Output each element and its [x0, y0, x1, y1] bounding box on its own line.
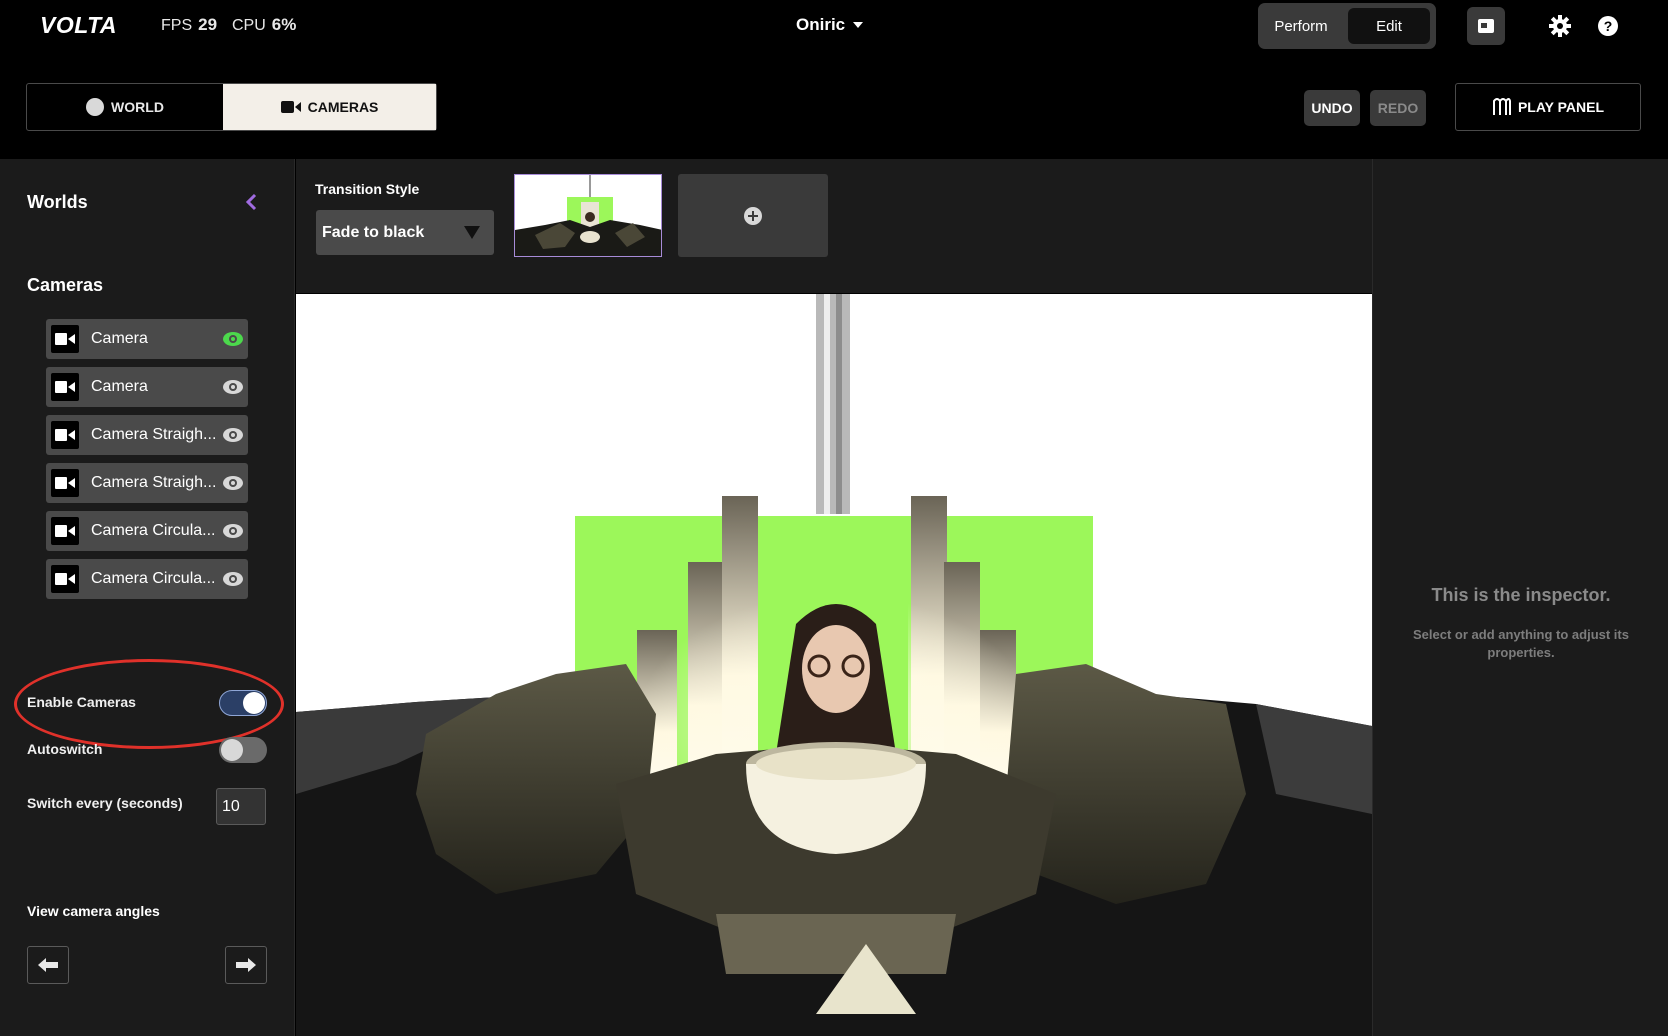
- camera-list-item[interactable]: Camera Straigh...: [46, 463, 248, 503]
- fps-label: FPS: [161, 17, 193, 34]
- globe-icon: [86, 98, 105, 116]
- scene-render: [296, 294, 1372, 1036]
- camera-list-item[interactable]: Camera Circula...: [46, 511, 248, 551]
- settings-button[interactable]: [1541, 7, 1579, 45]
- camera-icon: [51, 421, 79, 449]
- camera-list: Camera Camera Camera Straigh... Camera S…: [46, 319, 248, 607]
- camera-icon: [280, 101, 301, 113]
- tab-world-label: WORLD: [111, 99, 164, 115]
- cameras-heading: Cameras: [27, 275, 104, 295]
- cpu-value: 6%: [271, 15, 297, 34]
- eye-icon[interactable]: [222, 425, 244, 445]
- eye-icon[interactable]: [222, 473, 244, 493]
- worlds-heading: Worlds: [27, 192, 88, 212]
- eye-icon[interactable]: [222, 569, 244, 589]
- play-panel-label: PLAY PANEL: [1517, 99, 1605, 115]
- tab-world[interactable]: WORLD: [27, 84, 223, 130]
- help-icon: ?: [1598, 16, 1618, 36]
- play-panel-button[interactable]: PLAY PANEL: [1455, 83, 1641, 131]
- camera-icon: [51, 517, 79, 545]
- plus-circle-icon: [744, 206, 762, 225]
- display-button[interactable]: [1467, 7, 1505, 45]
- add-shot-button[interactable]: [678, 174, 828, 257]
- camera-icon: [51, 469, 79, 497]
- camera-name: Camera: [91, 378, 148, 395]
- perform-mode-button[interactable]: Perform: [1264, 8, 1338, 44]
- camera-list-item[interactable]: Camera Circula...: [46, 559, 248, 599]
- camera-icon: [51, 373, 79, 401]
- autoswitch-toggle[interactable]: [219, 737, 267, 763]
- mode-toggle: Perform Edit: [1258, 3, 1436, 49]
- toggle-knob: [243, 692, 265, 714]
- chevron-left-icon: [245, 193, 257, 211]
- screen-icon: [1478, 19, 1494, 33]
- shot-toolbar: Transition Style Fade to black: [296, 159, 1372, 293]
- tab-cameras[interactable]: CAMERAS: [223, 84, 436, 130]
- next-angle-button[interactable]: [225, 946, 267, 984]
- project-selector[interactable]: Oniric: [796, 15, 864, 35]
- camera-name: Camera Circula...: [91, 522, 216, 539]
- tab-cameras-label: CAMERAS: [307, 99, 379, 115]
- collapse-sidebar-button[interactable]: [242, 192, 260, 212]
- camera-name: Camera Straigh...: [91, 426, 217, 443]
- inspector-panel: This is the inspector. Select or add any…: [1372, 159, 1668, 1036]
- switch-every-label: Switch every (seconds): [27, 795, 183, 811]
- camera-list-item[interactable]: Camera: [46, 367, 248, 407]
- camera-icon: [51, 565, 79, 593]
- edit-mode-button[interactable]: Edit: [1348, 8, 1430, 44]
- top-bar: VOLTA FPS 29 CPU 6% Oniric Perform Edit ?: [0, 0, 1668, 50]
- help-button[interactable]: ?: [1589, 7, 1627, 45]
- dropdown-arrow-icon: [464, 226, 480, 239]
- eye-icon[interactable]: [222, 377, 244, 397]
- cpu-readout: CPU 6%: [232, 15, 296, 35]
- previous-angle-button[interactable]: [27, 946, 69, 984]
- fps-readout: FPS 29: [161, 15, 217, 35]
- scene-viewport[interactable]: [296, 294, 1372, 1036]
- transition-style-value: Fade to black: [322, 223, 425, 241]
- fps-value: 29: [198, 15, 218, 34]
- shot-thumbnail[interactable]: [514, 174, 662, 257]
- inspector-title: This is the inspector.: [1431, 585, 1611, 605]
- enable-cameras-label: Enable Cameras: [27, 694, 136, 710]
- svg-text:?: ?: [1604, 18, 1613, 34]
- eye-icon[interactable]: [222, 329, 244, 349]
- switch-interval-input[interactable]: [216, 788, 266, 825]
- camera-list-item[interactable]: Camera: [46, 319, 248, 359]
- transition-style-select[interactable]: Fade to black: [316, 210, 494, 255]
- camera-list-item[interactable]: Camera Straigh...: [46, 415, 248, 455]
- camera-name: Camera Circula...: [91, 570, 216, 587]
- eye-icon[interactable]: [222, 521, 244, 541]
- shot-thumbnail-image: [515, 175, 661, 256]
- view-camera-angles-label: View camera angles: [27, 903, 160, 919]
- app-logo: VOLTA: [40, 12, 118, 38]
- camera-icon: [51, 325, 79, 353]
- arrow-left-icon: [38, 958, 58, 972]
- transition-style-label: Transition Style: [315, 181, 420, 197]
- gear-icon: [1549, 15, 1571, 37]
- left-sidebar: Worlds Cameras Camera Camera Camera Stra…: [0, 159, 295, 1036]
- project-name: Oniric: [796, 15, 846, 34]
- redo-button[interactable]: REDO: [1370, 90, 1426, 126]
- inspector-hint: Select or add anything to adjust its pro…: [1413, 627, 1629, 660]
- main-tabs: WORLD CAMERAS: [26, 83, 437, 131]
- play-panel-icon: [1492, 98, 1511, 115]
- undo-button[interactable]: UNDO: [1304, 90, 1360, 126]
- arrow-right-icon: [236, 958, 256, 972]
- cpu-label: CPU: [232, 17, 266, 34]
- chevron-down-icon: [853, 22, 864, 28]
- camera-name: Camera Straigh...: [91, 474, 217, 491]
- autoswitch-label: Autoswitch: [27, 741, 103, 757]
- enable-cameras-toggle[interactable]: [219, 690, 267, 716]
- toggle-knob: [221, 739, 243, 761]
- camera-name: Camera: [91, 330, 148, 347]
